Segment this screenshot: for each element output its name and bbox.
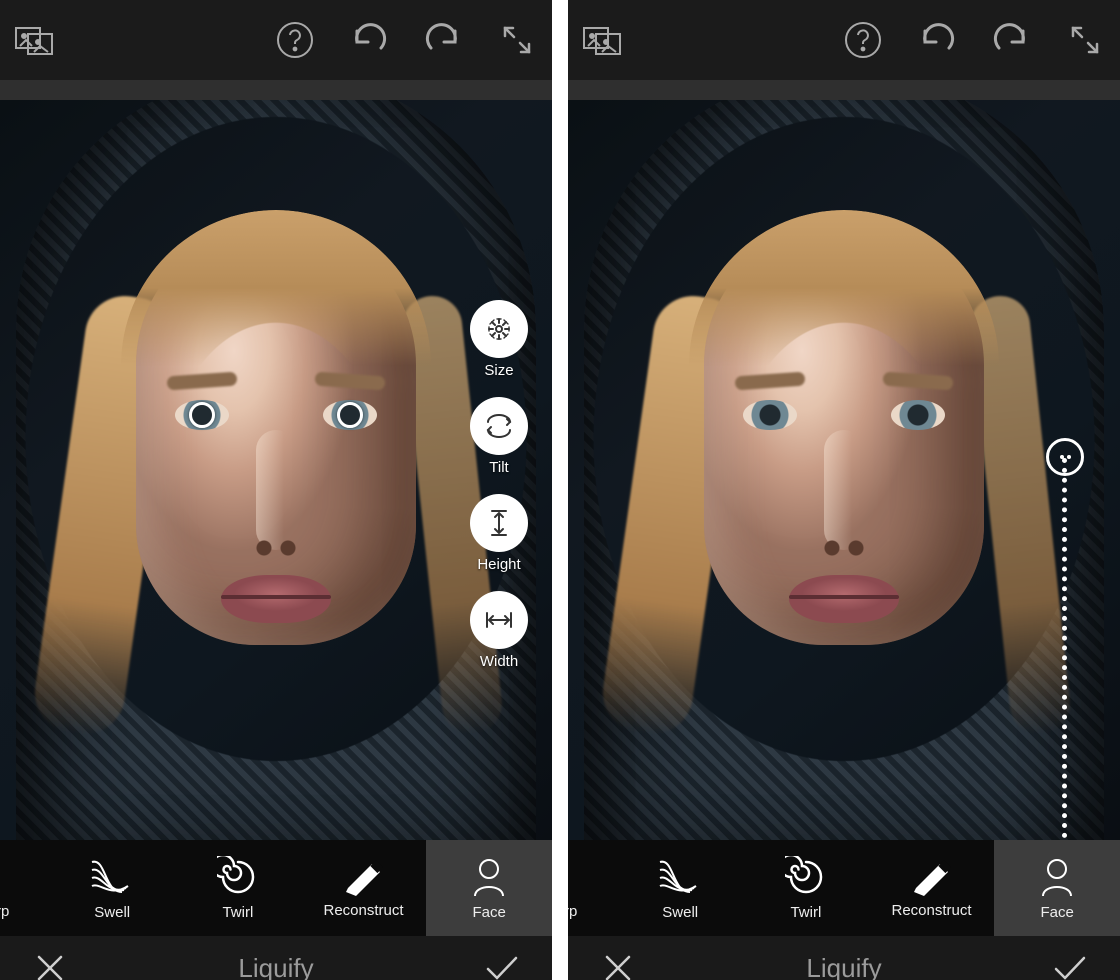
face-detect-marker[interactable] [337, 402, 363, 428]
face-option-height[interactable] [470, 494, 528, 552]
screen-left: Size Tilt Height [0, 0, 552, 980]
tool-swell[interactable]: Swell [49, 840, 175, 936]
undo-icon[interactable] [344, 15, 394, 65]
compare-icon[interactable] [578, 15, 628, 65]
portrait-nose [256, 430, 296, 550]
face-option-size[interactable] [470, 300, 528, 358]
top-toolbar [568, 0, 1120, 80]
portrait-nose [824, 430, 864, 550]
screen-right: Warp Swell Twirl Reconstruct Face [568, 0, 1120, 980]
footer-bar: Liquify [568, 936, 1120, 980]
tool-label: Swell [94, 904, 130, 921]
tool-face[interactable]: Face [994, 840, 1120, 936]
liquify-tool-row: Warp Swell Twirl Reconstruct Face [568, 840, 1120, 936]
tool-label: Reconstruct [892, 902, 972, 919]
tool-label: Swell [662, 904, 698, 921]
tool-reconstruct[interactable]: Reconstruct [301, 840, 427, 936]
help-icon[interactable] [838, 15, 888, 65]
portrait-eye [743, 400, 797, 430]
image-canvas[interactable]: Size Tilt Height [0, 100, 552, 840]
face-option-label: Size [484, 362, 513, 379]
fullscreen-icon[interactable] [1060, 15, 1110, 65]
portrait-lips [789, 575, 899, 623]
portrait-lips [221, 575, 331, 623]
tool-swell[interactable]: Swell [617, 840, 743, 936]
image-canvas[interactable] [568, 100, 1120, 840]
face-detect-marker[interactable] [189, 402, 215, 428]
tool-twirl[interactable]: Twirl [175, 840, 301, 936]
vertical-slider-track[interactable] [1062, 458, 1067, 840]
confirm-button[interactable] [478, 944, 526, 980]
portrait-nostrils [814, 534, 874, 556]
tool-reconstruct[interactable]: Reconstruct [869, 840, 995, 936]
vertical-slider-handle[interactable] [1046, 438, 1084, 476]
secondary-bar [568, 80, 1120, 100]
tool-label: Twirl [790, 904, 821, 921]
footer-bar: Liquify [0, 936, 552, 980]
tool-label: Warp [568, 903, 577, 920]
tool-label: Face [1041, 904, 1074, 921]
redo-icon[interactable] [986, 15, 1036, 65]
tool-label: Warp [0, 903, 9, 920]
compare-icon[interactable] [10, 15, 60, 65]
confirm-button[interactable] [1046, 944, 1094, 980]
face-option-tilt[interactable] [470, 397, 528, 455]
cancel-button[interactable] [594, 944, 642, 980]
face-option-label: Height [477, 556, 520, 573]
tool-warp[interactable]: Warp [568, 840, 617, 936]
portrait-eye [891, 400, 945, 430]
tool-face[interactable]: Face [426, 840, 552, 936]
redo-icon[interactable] [418, 15, 468, 65]
tool-label: Face [473, 904, 506, 921]
help-icon[interactable] [270, 15, 320, 65]
mode-title: Liquify [806, 953, 881, 980]
tool-warp[interactable]: Warp [0, 840, 49, 936]
face-option-label: Tilt [489, 459, 508, 476]
top-toolbar [0, 0, 552, 80]
fullscreen-icon[interactable] [492, 15, 542, 65]
tool-twirl[interactable]: Twirl [743, 840, 869, 936]
tool-label: Reconstruct [324, 902, 404, 919]
face-options-panel: Size Tilt Height [470, 300, 528, 678]
liquify-tool-row: Warp Swell Twirl Reconstruct Face [0, 840, 552, 936]
mode-title: Liquify [238, 953, 313, 980]
face-option-label: Width [480, 653, 518, 670]
secondary-bar [0, 80, 552, 100]
portrait-nostrils [246, 534, 306, 556]
cancel-button[interactable] [26, 944, 74, 980]
face-option-width[interactable] [470, 591, 528, 649]
tool-label: Twirl [222, 904, 253, 921]
undo-icon[interactable] [912, 15, 962, 65]
